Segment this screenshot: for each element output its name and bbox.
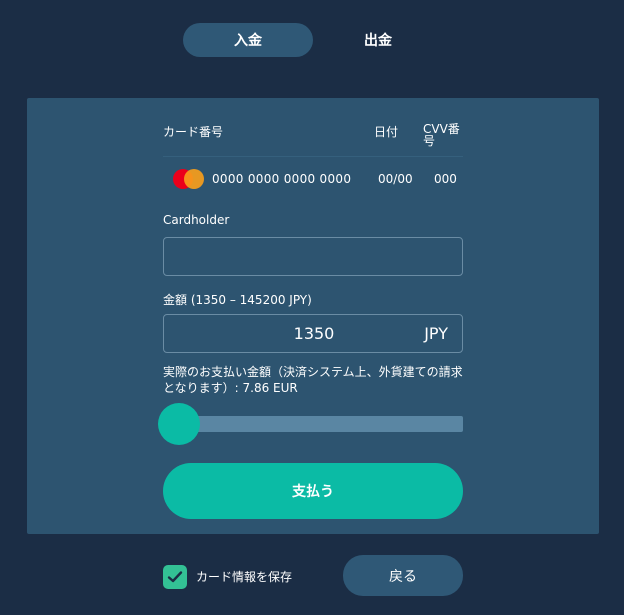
amount-slider-thumb[interactable] <box>158 403 200 445</box>
amount-slider-track[interactable] <box>177 416 463 432</box>
card-cvv-header: CVV番号 <box>423 122 460 148</box>
card-number-header: カード番号 <box>163 125 224 139</box>
card-cvv-value: 000 <box>434 172 457 186</box>
card-header-divider <box>163 156 463 157</box>
check-icon <box>167 571 183 583</box>
tab-deposit[interactable]: 入金 <box>183 23 313 57</box>
payment-panel: カード番号 日付 CVV番号 0000 0000 0000 0000 00/00… <box>27 98 599 534</box>
card-date-value: 00/00 <box>378 172 413 186</box>
pay-button[interactable]: 支払う <box>163 463 463 519</box>
back-button[interactable]: 戻る <box>343 555 463 596</box>
actual-amount-text: 実際のお支払い金額（決済システム上、外貨建ての請求となります）: 7.86 EU… <box>163 365 463 395</box>
cardholder-input[interactable] <box>163 237 463 276</box>
amount-value[interactable]: 1350 <box>164 315 464 352</box>
amount-label: 金額 (1350 – 145200 JPY) <box>163 293 312 307</box>
save-card-label: カード情報を保存 <box>196 570 293 584</box>
amount-input[interactable]: 1350 JPY <box>163 314 463 353</box>
mastercard-icon <box>173 169 205 189</box>
card-number-value: 0000 0000 0000 0000 <box>212 172 352 186</box>
amount-currency: JPY <box>424 324 448 343</box>
card-date-header: 日付 <box>374 125 399 139</box>
save-card-checkbox[interactable] <box>163 565 187 589</box>
cardholder-label: Cardholder <box>163 213 230 227</box>
tab-withdraw[interactable]: 出金 <box>313 23 443 57</box>
